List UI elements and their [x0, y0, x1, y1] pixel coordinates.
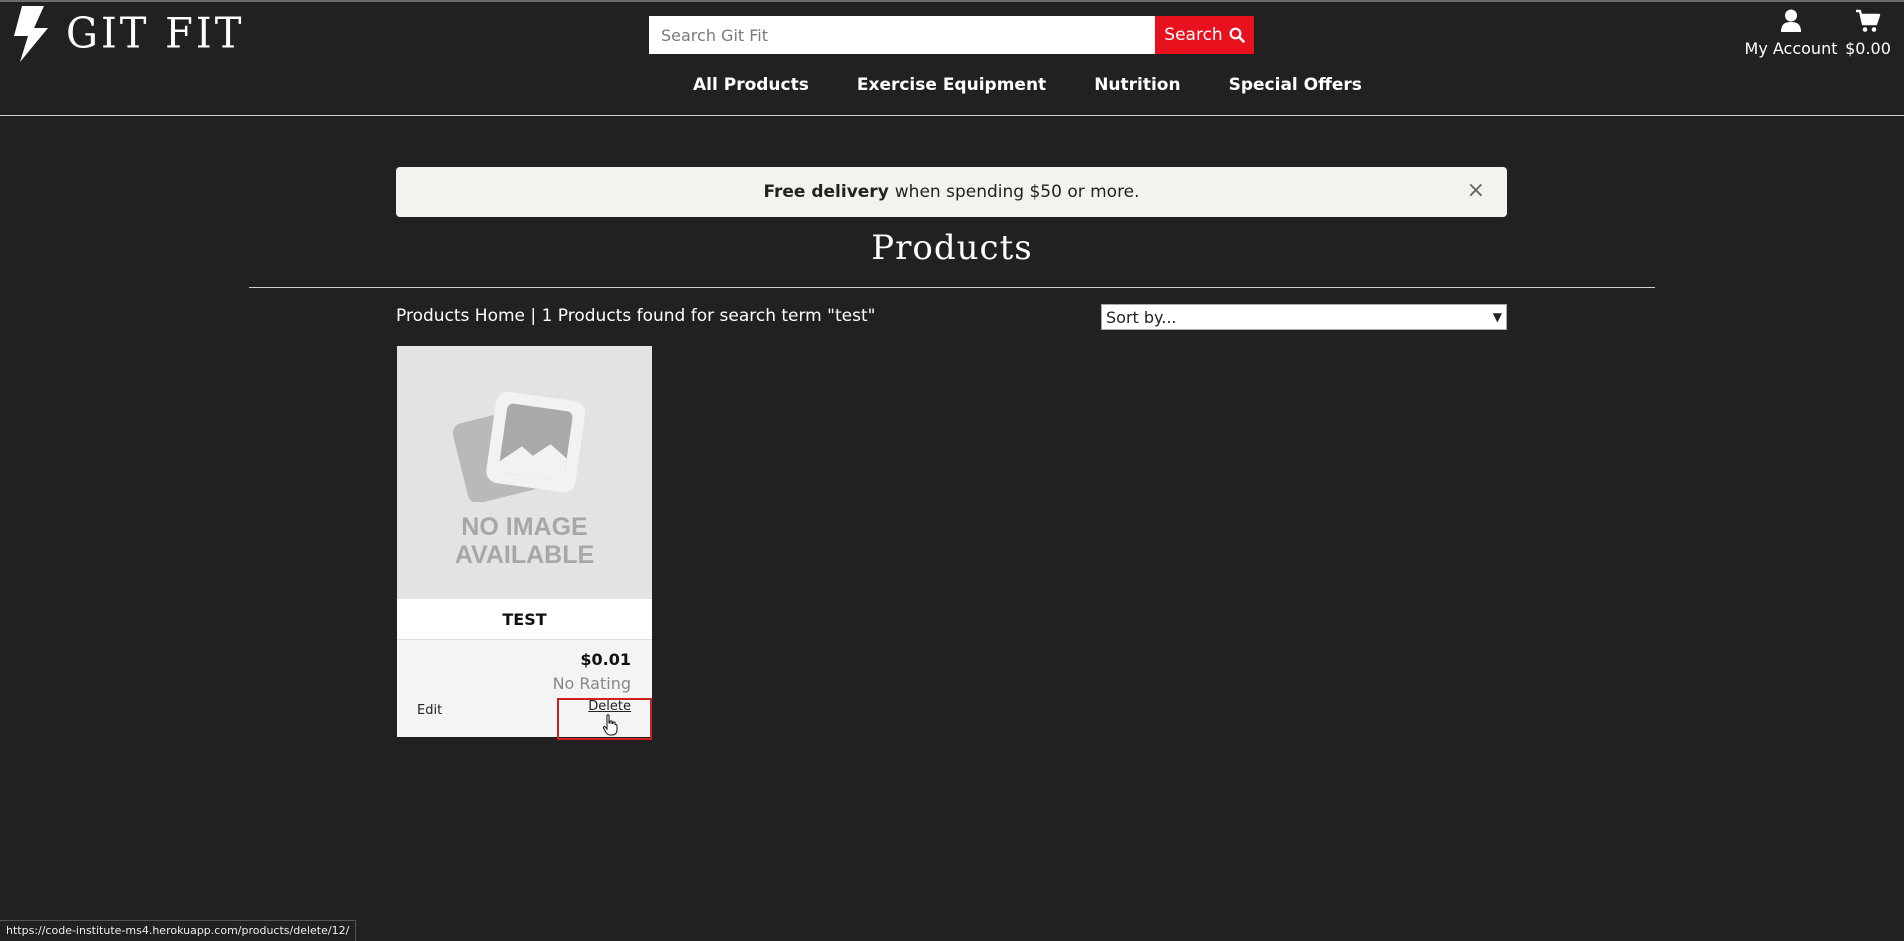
- cart-icon: [1856, 9, 1881, 32]
- product-card[interactable]: NO IMAGE AVAILABLE TEST $0.01 No Rating …: [397, 346, 652, 737]
- results-summary: Products Home | 1 Products found for sea…: [396, 306, 875, 326]
- no-image-text: NO IMAGE AVAILABLE: [454, 513, 595, 569]
- nav-nutrition[interactable]: Nutrition: [1094, 75, 1180, 95]
- nav-exercise-equipment[interactable]: Exercise Equipment: [857, 75, 1046, 95]
- nav-all-products[interactable]: All Products: [693, 75, 809, 95]
- banner-bold-text: Free delivery: [763, 182, 889, 202]
- product-image[interactable]: NO IMAGE AVAILABLE: [397, 346, 652, 599]
- search-button[interactable]: Search: [1155, 16, 1254, 54]
- cart-link[interactable]: $0.00: [1844, 9, 1892, 58]
- banner-text: when spending $50 or more.: [894, 182, 1140, 202]
- header-divider: [0, 115, 1904, 116]
- search-button-label: Search: [1164, 25, 1223, 45]
- search-icon: [1229, 27, 1245, 43]
- title-divider: [249, 287, 1655, 288]
- product-price: $0.01: [580, 650, 631, 669]
- lightning-bolt-icon: [14, 6, 48, 62]
- products-home-link[interactable]: Products Home: [396, 306, 525, 326]
- cart-total: $0.00: [1845, 39, 1891, 58]
- delivery-banner: Free delivery when spending $50 or more.…: [396, 167, 1507, 217]
- brand-name: GIT FIT: [66, 9, 245, 59]
- results-separator: |: [530, 306, 537, 326]
- search-form: Search: [649, 16, 1254, 54]
- sort-selected-value: Sort by...: [1106, 307, 1177, 327]
- results-count: 1 Products found for search term "test": [541, 306, 876, 326]
- close-icon[interactable]: ×: [1467, 180, 1485, 202]
- nav-special-offers[interactable]: Special Offers: [1229, 75, 1362, 95]
- my-account-label: My Account: [1744, 39, 1838, 58]
- chevron-down-icon: ▼: [1492, 310, 1502, 324]
- product-rating: No Rating: [552, 674, 631, 693]
- page-title: Products: [871, 228, 1033, 268]
- sort-select[interactable]: Sort by... ▼: [1101, 304, 1507, 330]
- my-account-link[interactable]: My Account: [1744, 9, 1838, 58]
- search-input[interactable]: [649, 16, 1155, 54]
- product-name: TEST: [397, 599, 652, 640]
- brand-logo[interactable]: GIT FIT: [12, 6, 244, 62]
- browser-status-bar: https://code-institute-ms4.herokuapp.com…: [0, 920, 357, 941]
- pointer-cursor-icon: [602, 714, 618, 736]
- user-icon: [1781, 9, 1801, 32]
- image-placeholder-icon: [453, 392, 586, 502]
- window-top-edge: [0, 0, 1904, 2]
- edit-link[interactable]: Edit: [417, 703, 442, 718]
